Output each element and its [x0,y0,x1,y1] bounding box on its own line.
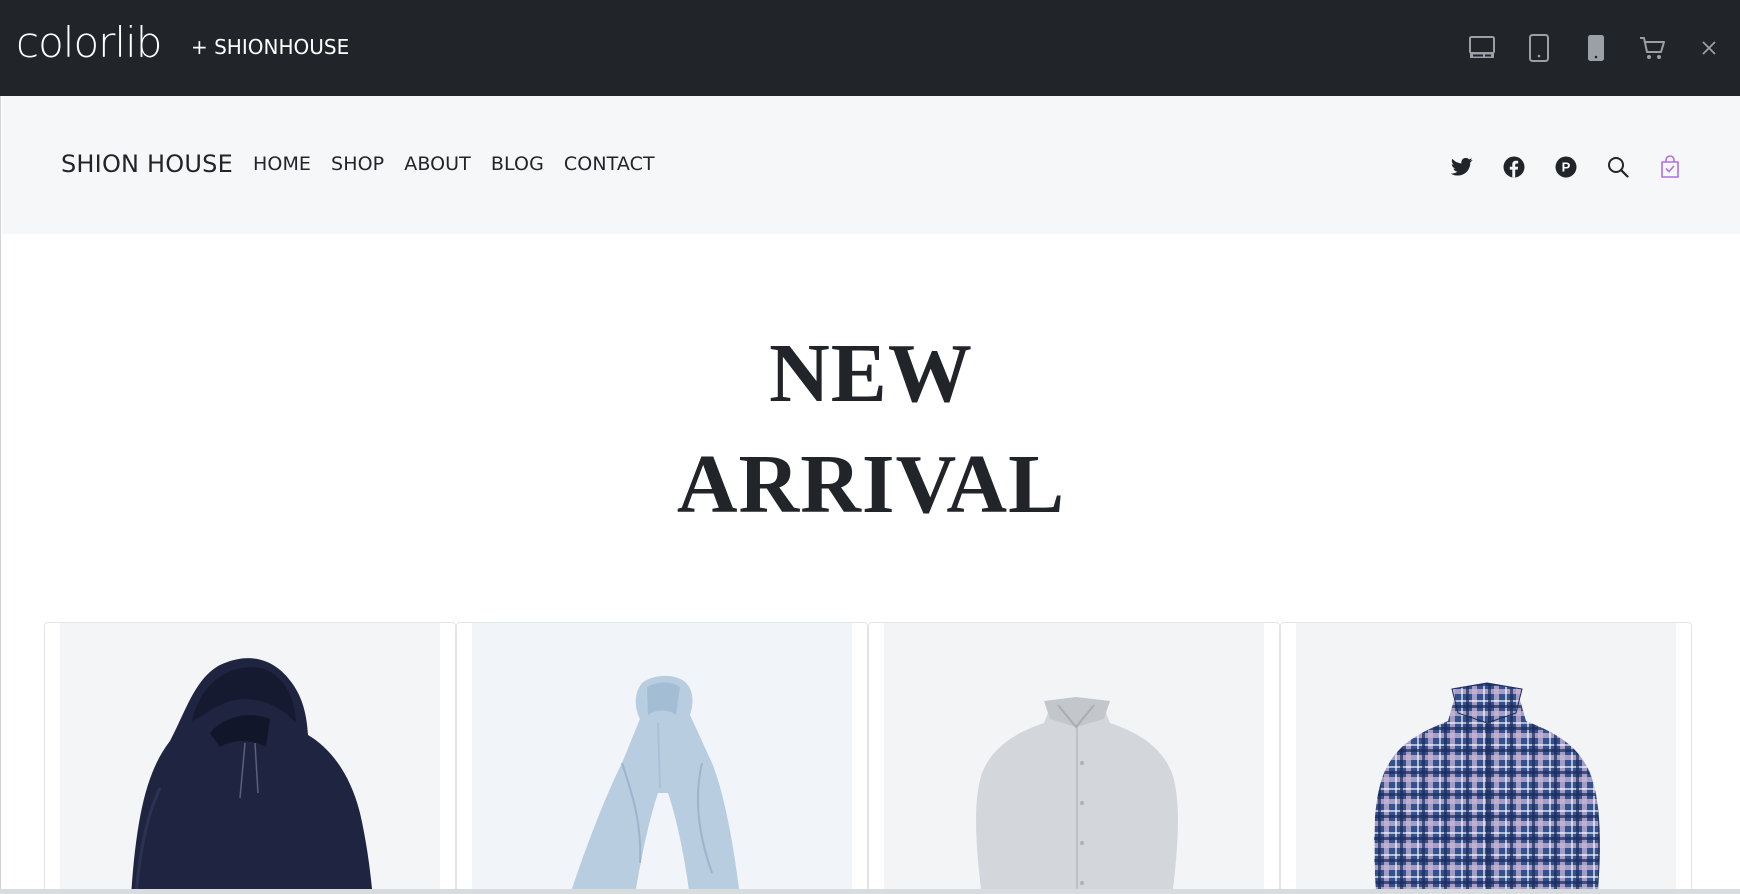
pinterest-icon: P [1555,156,1577,178]
shopping-bag-button[interactable] [1655,152,1685,182]
search-button[interactable] [1603,152,1633,182]
tablet-icon [1529,34,1549,62]
search-icon [1608,157,1629,178]
product-image-plaid-shirt[interactable] [1296,623,1676,894]
tablet-view-button[interactable] [1519,28,1559,68]
product-card[interactable] [868,622,1280,894]
product-card[interactable] [1280,622,1692,894]
mobile-icon [1588,35,1604,61]
heading-line-2: ARRIVAL [676,438,1066,531]
product-grid [44,622,1694,894]
facebook-icon [1503,156,1525,178]
desktop-icon [1469,36,1495,58]
pinterest-link[interactable]: P [1551,152,1581,182]
product-image-hoodie[interactable] [60,623,440,894]
shopping-bag-icon [1661,155,1679,178]
twitter-link[interactable] [1447,152,1477,182]
heading-line-1: NEW [769,327,973,420]
close-preview-button[interactable] [1689,28,1729,68]
product-image-grey-shirt[interactable] [884,623,1264,894]
mobile-view-button[interactable] [1576,28,1616,68]
close-icon [1702,41,1716,55]
product-card[interactable] [44,622,456,894]
frame-bottom-edge [0,889,1740,894]
product-image-scarf[interactable] [472,623,852,894]
site-navbar: SHION HOUSE HOME SHOP ABOUT BLOG CONTACT [2,96,1740,234]
product-link[interactable]: + SHIONHOUSE [191,37,349,57]
nav-icons: P [2,152,1740,182]
colorlib-logo[interactable]: colorlib [16,22,162,64]
product-card[interactable] [456,622,868,894]
site-preview-frame: SHION HOUSE HOME SHOP ABOUT BLOG CONTACT [0,96,1740,894]
preview-bar: colorlib + SHIONHOUSE [0,0,1740,96]
desktop-view-button[interactable] [1462,28,1502,68]
twitter-icon [1451,157,1473,176]
cart-button[interactable] [1632,28,1672,68]
cart-icon [1640,37,1665,59]
svg-text:P: P [1562,160,1571,175]
facebook-link[interactable] [1499,152,1529,182]
new-arrival-heading: NEW ARRIVAL [1,318,1740,540]
